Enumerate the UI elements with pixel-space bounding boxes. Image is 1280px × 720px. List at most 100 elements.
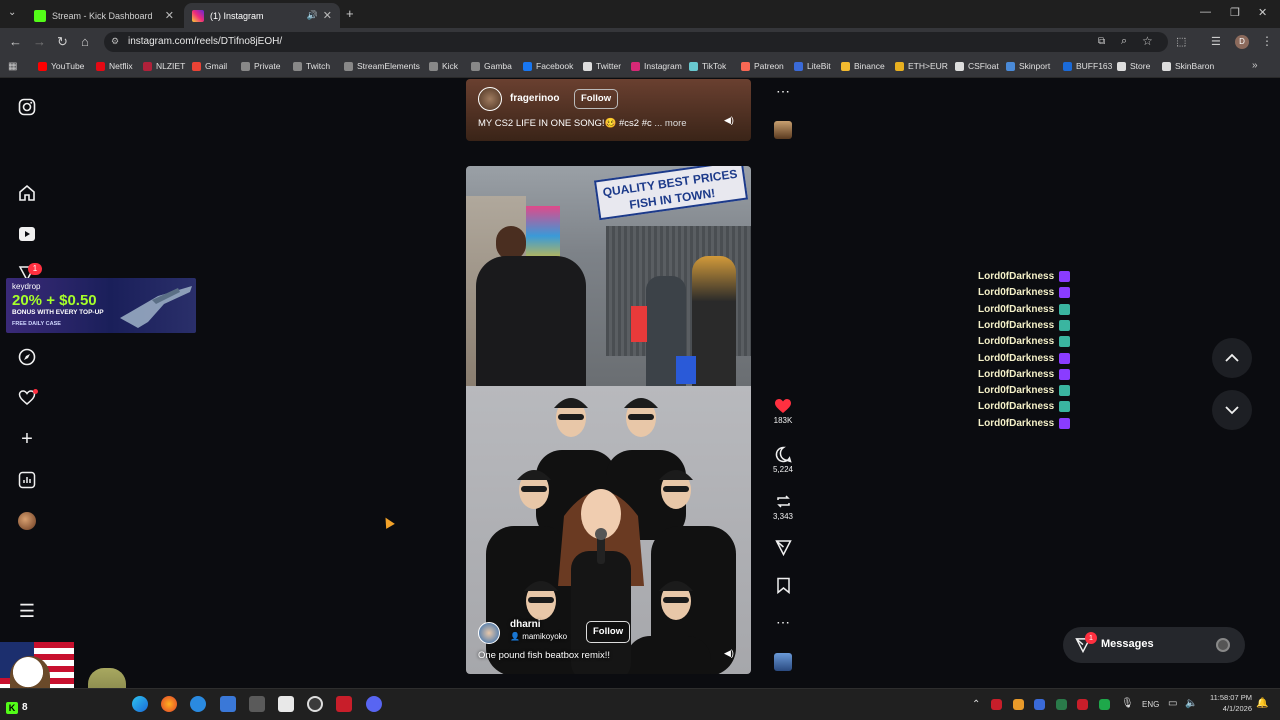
bookmark-item[interactable]: SkinBaron [1162,61,1214,71]
keydrop-ad-banner[interactable]: keydrop 20% + $0.50 BONUS WITH EVERY TOP… [6,278,196,333]
bookmark-item[interactable]: Patreon [741,61,784,71]
close-tab-icon[interactable]: ✕ [165,9,174,22]
more-bookmarks-icon[interactable]: » [1252,60,1258,71]
more-link[interactable]: ... more [654,118,686,129]
bookmark-item[interactable]: CSFloat [955,61,999,71]
bookmark-item[interactable]: Binance [841,61,885,71]
bookmark-item[interactable]: Netflix [96,61,133,71]
discord-icon[interactable] [366,696,382,712]
reels-nav-icon[interactable] [18,225,36,243]
close-tab-icon[interactable]: ✕ [323,9,332,22]
network-icon[interactable]: ▭ [1168,698,1177,709]
volume-icon[interactable]: 🔈 [1185,698,1197,709]
microphone-icon[interactable]: 🎙 [1121,698,1134,709]
mute-icon[interactable]: ◀) [724,648,734,659]
bookmark-item[interactable]: Gamba [471,61,512,71]
profile-nav-avatar[interactable] [18,512,36,530]
tray-app-icon[interactable] [1077,699,1088,710]
tab-instagram[interactable]: (1) Instagram 🔊 ✕ [184,3,340,28]
instagram-logo-icon[interactable] [18,98,36,116]
voicemeeter-icon[interactable] [336,696,352,712]
creator-username[interactable]: dharni [510,619,541,630]
audio-thumb[interactable] [774,121,792,139]
save-button[interactable] [770,577,796,596]
firefox-icon[interactable] [161,696,177,712]
tray-app-icon[interactable] [1013,699,1024,710]
audio-thumb[interactable] [774,653,792,671]
back-icon[interactable]: ← [9,35,22,49]
bookmark-star-icon[interactable]: ☆ [1142,34,1153,48]
restore-icon[interactable]: ❐ [1230,6,1240,19]
repost-button[interactable]: 3,343 [770,493,796,521]
home-icon[interactable]: ⌂ [81,35,89,49]
bookmark-item[interactable]: Skinport [1006,61,1050,71]
more-options-icon[interactable]: ⋯ [770,614,796,631]
profile-avatar[interactable]: D [1235,35,1249,49]
bookmark-item[interactable]: Twitch [293,61,330,71]
tray-app-icon[interactable] [991,699,1002,710]
browser-menu-icon[interactable]: ⋮ [1261,34,1273,48]
site-info-icon[interactable]: ⚙ [111,36,119,47]
notifications-icon[interactable]: 🔔 [1256,698,1268,709]
like-button[interactable]: 183K [770,398,796,425]
tab-kick-dashboard[interactable]: Stream - Kick Dashboard ✕ [26,3,182,28]
share-button[interactable] [770,539,796,558]
ghub-icon[interactable] [307,696,323,712]
notepad-icon[interactable] [220,696,236,712]
reel-current[interactable]: QUALITY BEST PRICES FISH IN TOWN! dharni… [466,166,751,674]
bookmark-item[interactable]: Private [241,61,280,71]
bookmark-item[interactable]: ETH>EUR [895,61,948,71]
previous-reel-button[interactable] [1212,338,1252,378]
follow-button[interactable]: Follow [586,621,631,643]
tab-search-chevron-icon[interactable]: ⌄ [8,7,16,18]
new-tab-button[interactable]: + [346,6,354,21]
bookmark-item[interactable]: Kick [429,61,458,71]
bookmark-item[interactable]: LiteBit [794,61,831,71]
bookmark-item[interactable]: Facebook [523,61,573,71]
tray-chevron-up-icon[interactable]: ⌃ [972,699,980,710]
apps-grid-icon[interactable]: ▦ [8,61,17,72]
comment-button[interactable]: 5,224 [770,446,796,474]
reel-previous[interactable]: fragerinoo Follow MY CS2 LIFE IN ONE SON… [466,79,751,141]
creator-avatar[interactable] [478,622,500,644]
bookmark-item[interactable]: Store [1117,61,1150,71]
calculator-icon[interactable] [249,696,265,712]
next-reel-button[interactable] [1212,390,1252,430]
bookmark-item[interactable]: TikTok [689,61,726,71]
edge-icon[interactable] [132,696,148,712]
capture-icon[interactable] [278,696,294,712]
reel-username[interactable]: fragerinoo [510,93,559,104]
bookmark-item[interactable]: StreamElements [344,61,420,71]
install-app-icon[interactable]: ⧉ [1098,36,1105,47]
bookmark-item[interactable]: Instagram [631,61,682,71]
dashboard-nav-icon[interactable] [18,471,36,489]
close-window-icon[interactable]: ✕ [1258,6,1267,19]
reel-avatar[interactable] [478,87,502,111]
extensions-icon[interactable]: ⬚ [1176,35,1186,48]
bookmark-item[interactable]: YouTube [38,61,84,71]
speaker-icon[interactable]: 🔊 [307,10,318,21]
cursor-app-icon[interactable] [190,696,206,712]
reading-list-icon[interactable]: ☰ [1211,35,1221,48]
clock[interactable]: 11:58:07 PM 4/1/2026 [1204,692,1252,714]
more-options-icon[interactable]: ⋯ [770,83,796,100]
explore-nav-icon[interactable] [18,348,36,366]
minimize-icon[interactable]: — [1200,6,1211,18]
follow-button[interactable]: Follow [574,89,619,109]
reload-icon[interactable]: ↻ [57,35,68,49]
mute-icon[interactable]: ◀) [724,115,734,126]
tray-app-icon[interactable] [1056,699,1067,710]
home-nav-icon[interactable] [18,184,36,202]
bookmark-item[interactable]: Twitter [583,61,621,71]
messages-button[interactable]: 1 Messages [1063,627,1245,663]
bookmark-item[interactable]: Gmail [192,61,227,71]
create-nav-icon[interactable]: + [18,429,36,449]
zoom-icon[interactable]: ⌕ [1121,35,1127,48]
steam-icon[interactable] [1034,699,1045,710]
language-indicator[interactable]: ENG [1142,700,1159,709]
more-menu-icon[interactable]: ☰ [18,602,36,620]
tray-app-icon[interactable] [1099,699,1110,710]
bookmark-item[interactable]: NLZIET [143,61,185,71]
bookmark-item[interactable]: BUFF163 [1063,61,1112,71]
forward-icon[interactable]: → [33,35,46,49]
